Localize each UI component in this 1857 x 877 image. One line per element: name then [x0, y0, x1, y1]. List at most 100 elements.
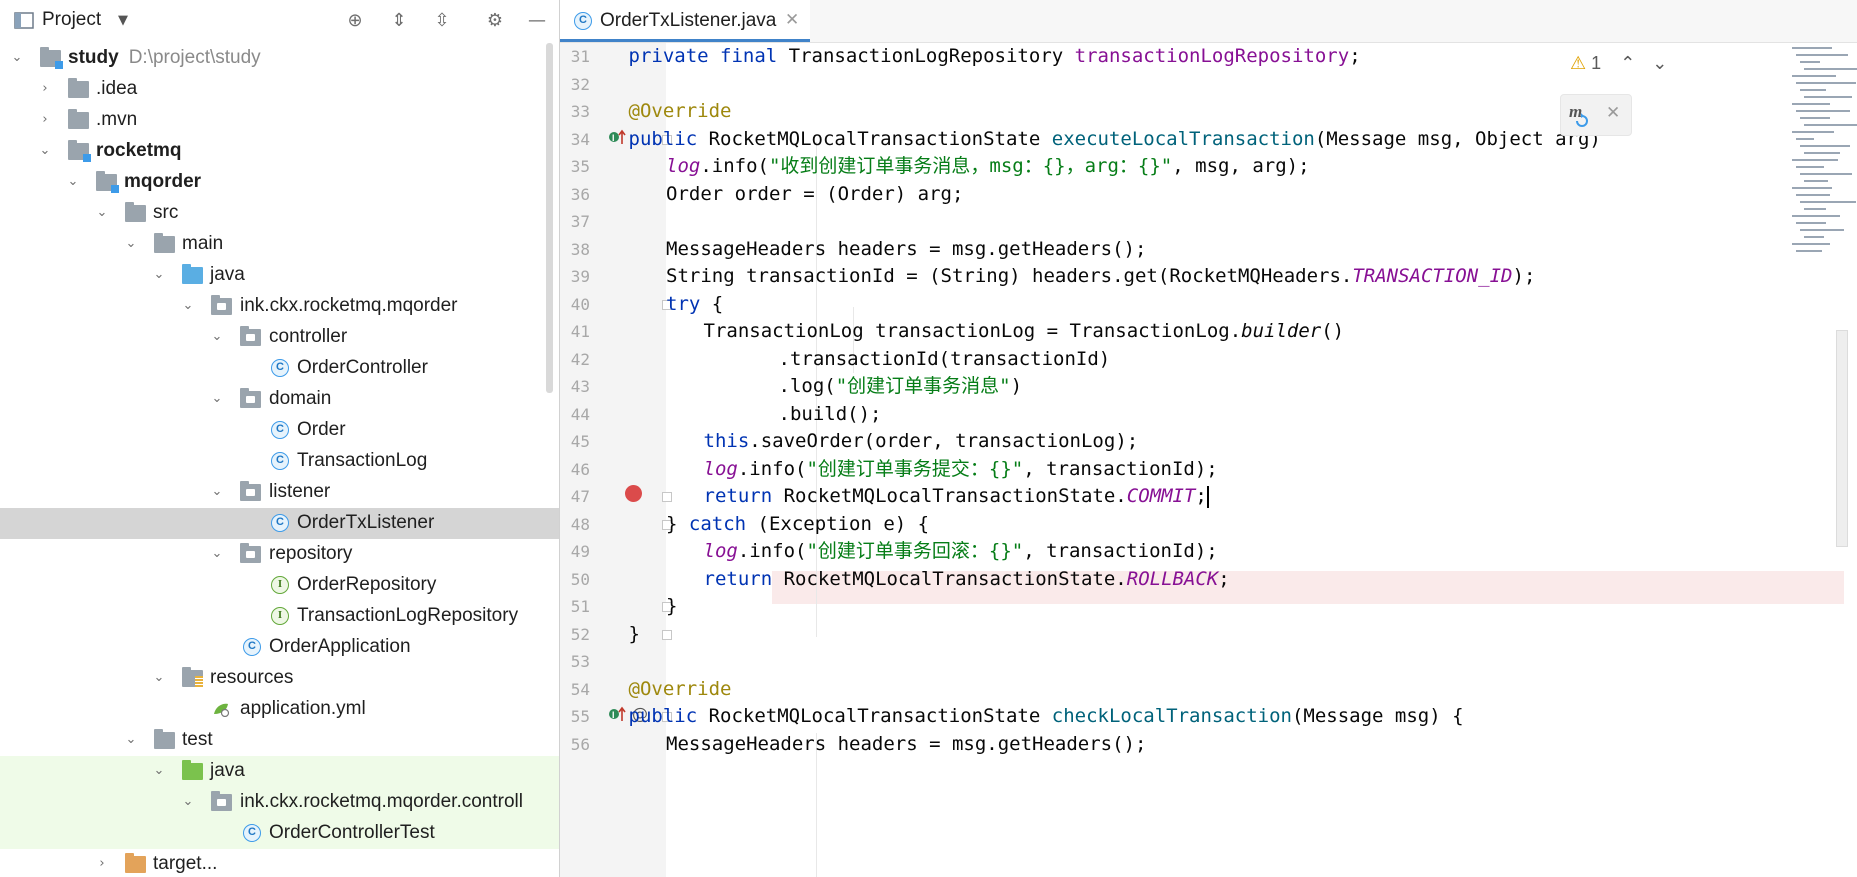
close-icon[interactable]: ✕ — [785, 10, 799, 30]
code-token: log — [703, 540, 738, 562]
tree-node[interactable]: ⌄ java — [0, 260, 559, 291]
tree-node-selected[interactable]: C OrderTxListener — [0, 508, 559, 539]
tree-node[interactable]: ⌄ test — [0, 725, 559, 756]
chevron-down-icon[interactable]: ⌄ — [152, 669, 166, 687]
chevron-down-icon[interactable]: ⌄ — [1652, 53, 1667, 73]
code-token: (Exception e) { — [746, 512, 930, 535]
chevron-right-icon[interactable]: › — [38, 111, 52, 129]
chevron-down-icon[interactable]: ⌄ — [152, 762, 166, 780]
chevron-down-icon[interactable]: ⌄ — [10, 49, 24, 67]
code-token: .info( — [737, 540, 807, 562]
text-caret — [1206, 485, 1209, 508]
spring-boot-class-icon: C — [243, 638, 261, 656]
tree-node[interactable]: › .idea — [0, 74, 559, 105]
minimize-icon[interactable]: — — [525, 9, 549, 33]
tree-node[interactable]: ⌄ mqorder — [0, 167, 559, 198]
code-line[interactable]: private final TransactionLogRepository t… — [629, 40, 1361, 73]
close-icon[interactable]: ✕ — [1606, 103, 1620, 123]
code-area[interactable]: private final TransactionLogRepository t… — [629, 43, 1857, 877]
chevron-down-icon[interactable]: ⌄ — [124, 731, 138, 749]
chevron-down-icon[interactable]: ⌄ — [210, 390, 224, 408]
code-token: "创建订单事务提交：{}" — [806, 457, 1024, 480]
tree-node[interactable]: C OrderController — [0, 353, 559, 384]
tree-node[interactable]: I TransactionLogRepository — [0, 601, 559, 632]
expand-all-icon[interactable]: ⇕ — [387, 9, 411, 33]
code-token: this — [703, 430, 750, 452]
tree-label: target... — [153, 853, 218, 874]
code-token: TransactionLog transactionLog = Transact… — [703, 320, 1242, 342]
interface-icon: I — [271, 607, 289, 625]
locate-icon[interactable]: ⊕ — [343, 9, 367, 33]
package-icon — [211, 295, 232, 315]
chevron-down-icon[interactable]: ⌄ — [181, 297, 195, 315]
minimap-line — [1796, 138, 1814, 140]
code-line[interactable]: String transactionId = (String) headers.… — [666, 260, 1535, 293]
chevron-down-icon[interactable]: ⌄ — [181, 793, 195, 811]
tree-node[interactable]: ⌄ study D:\project\study — [0, 43, 559, 74]
tree-node[interactable]: › target... — [0, 849, 559, 877]
minimap-line — [1792, 243, 1830, 245]
code-line[interactable]: } — [629, 618, 640, 651]
code-line[interactable]: MessageHeaders headers = msg.getHeaders(… — [666, 728, 1146, 761]
chevron-down-icon[interactable]: ⌄ — [210, 545, 224, 563]
tree-node[interactable]: ⌄ rocketmq — [0, 136, 559, 167]
project-tree: ⌄ study D:\project\study › .idea › .mvn ⌄… — [0, 43, 559, 877]
chevron-down-icon[interactable]: ⌄ — [66, 173, 80, 191]
collapse-all-icon[interactable]: ⇳ — [430, 9, 454, 33]
tree-node[interactable]: ⌄ resources — [0, 663, 559, 694]
editor-scrollbar[interactable] — [1836, 330, 1848, 547]
code-token: .transactionId(transactionId) — [778, 347, 1111, 370]
minimap-line — [1804, 68, 1857, 70]
chevron-up-icon[interactable]: ⌃ — [1620, 53, 1635, 73]
code-token: } — [628, 622, 640, 645]
tree-node[interactable]: C Order — [0, 415, 559, 446]
tree-node[interactable]: C TransactionLog — [0, 446, 559, 477]
tree-node[interactable]: ⌄ controller — [0, 322, 559, 353]
minimap-line — [1792, 75, 1836, 77]
chevron-down-icon[interactable]: ⌄ — [124, 235, 138, 253]
code-line[interactable]: return RocketMQLocalTransactionState.ROL… — [704, 563, 1230, 596]
implements-icon[interactable]: I — [608, 705, 630, 725]
chevron-down-icon[interactable]: ⌄ — [152, 266, 166, 284]
tree-node[interactable]: ⌄ domain — [0, 384, 559, 415]
tree-node[interactable]: C OrderApplication — [0, 632, 559, 663]
resources-folder-icon — [182, 667, 203, 687]
minimap-line — [1792, 215, 1840, 217]
gear-icon[interactable]: ⚙ — [483, 9, 507, 33]
code-token: "收到创建订单事务消息，msg：{}，arg：{}" — [768, 155, 1173, 177]
test-source-folder-icon — [182, 760, 203, 780]
code-minimap[interactable] — [1792, 43, 1857, 283]
project-scrollbar[interactable] — [546, 43, 553, 393]
editor-gutter[interactable]: 31 32 33 34 35 36 37 38 39 40 41 42 43 44 45 46 47 48 49 50… — [560, 43, 672, 877]
tree-node[interactable]: ⌄ java — [0, 756, 559, 787]
tree-node[interactable]: application.yml — [0, 694, 559, 725]
maven-reload-icon[interactable]: m — [1569, 102, 1593, 128]
code-token: ); — [1512, 265, 1536, 287]
chevron-right-icon[interactable]: › — [38, 80, 52, 98]
breakpoint-icon[interactable] — [625, 485, 642, 502]
tree-node[interactable]: › .mvn — [0, 105, 559, 136]
tree-node[interactable]: ⌄ ink.ckx.rocketmq.mqorder — [0, 291, 559, 322]
inspection-widget[interactable]: ⚠ 1 ⌃ ⌄ — [1570, 53, 1667, 74]
tab-ordertxlistener[interactable]: C OrderTxListener.java ✕ — [560, 0, 810, 42]
chevron-down-icon[interactable]: ⌄ — [210, 483, 224, 501]
warning-count: 1 — [1591, 53, 1602, 73]
code-token: } — [666, 595, 678, 617]
chevron-down-icon[interactable]: ⌄ — [210, 328, 224, 346]
tree-node[interactable]: ⌄ repository — [0, 539, 559, 570]
tree-node[interactable]: C OrderControllerTest — [0, 818, 559, 849]
tree-label: java — [210, 264, 245, 285]
chevron-down-icon[interactable]: ⌄ — [95, 204, 109, 222]
chevron-right-icon[interactable]: › — [95, 855, 109, 873]
tree-node[interactable]: I OrderRepository — [0, 570, 559, 601]
implements-icon[interactable]: I — [608, 128, 630, 148]
project-view-title[interactable]: Project — [42, 9, 101, 31]
code-line[interactable]: } — [666, 590, 677, 623]
code-line[interactable]: Order order = (Order) arg; — [666, 178, 963, 211]
chevron-down-icon[interactable]: ⌄ — [38, 142, 52, 160]
chevron-down-icon[interactable]: ▼ — [118, 13, 128, 28]
tree-node[interactable]: ⌄ ink.ckx.rocketmq.mqorder.controll — [0, 787, 559, 818]
tree-node[interactable]: ⌄ src — [0, 198, 559, 229]
tree-node[interactable]: ⌄ main — [0, 229, 559, 260]
tree-node[interactable]: ⌄ listener — [0, 477, 559, 508]
